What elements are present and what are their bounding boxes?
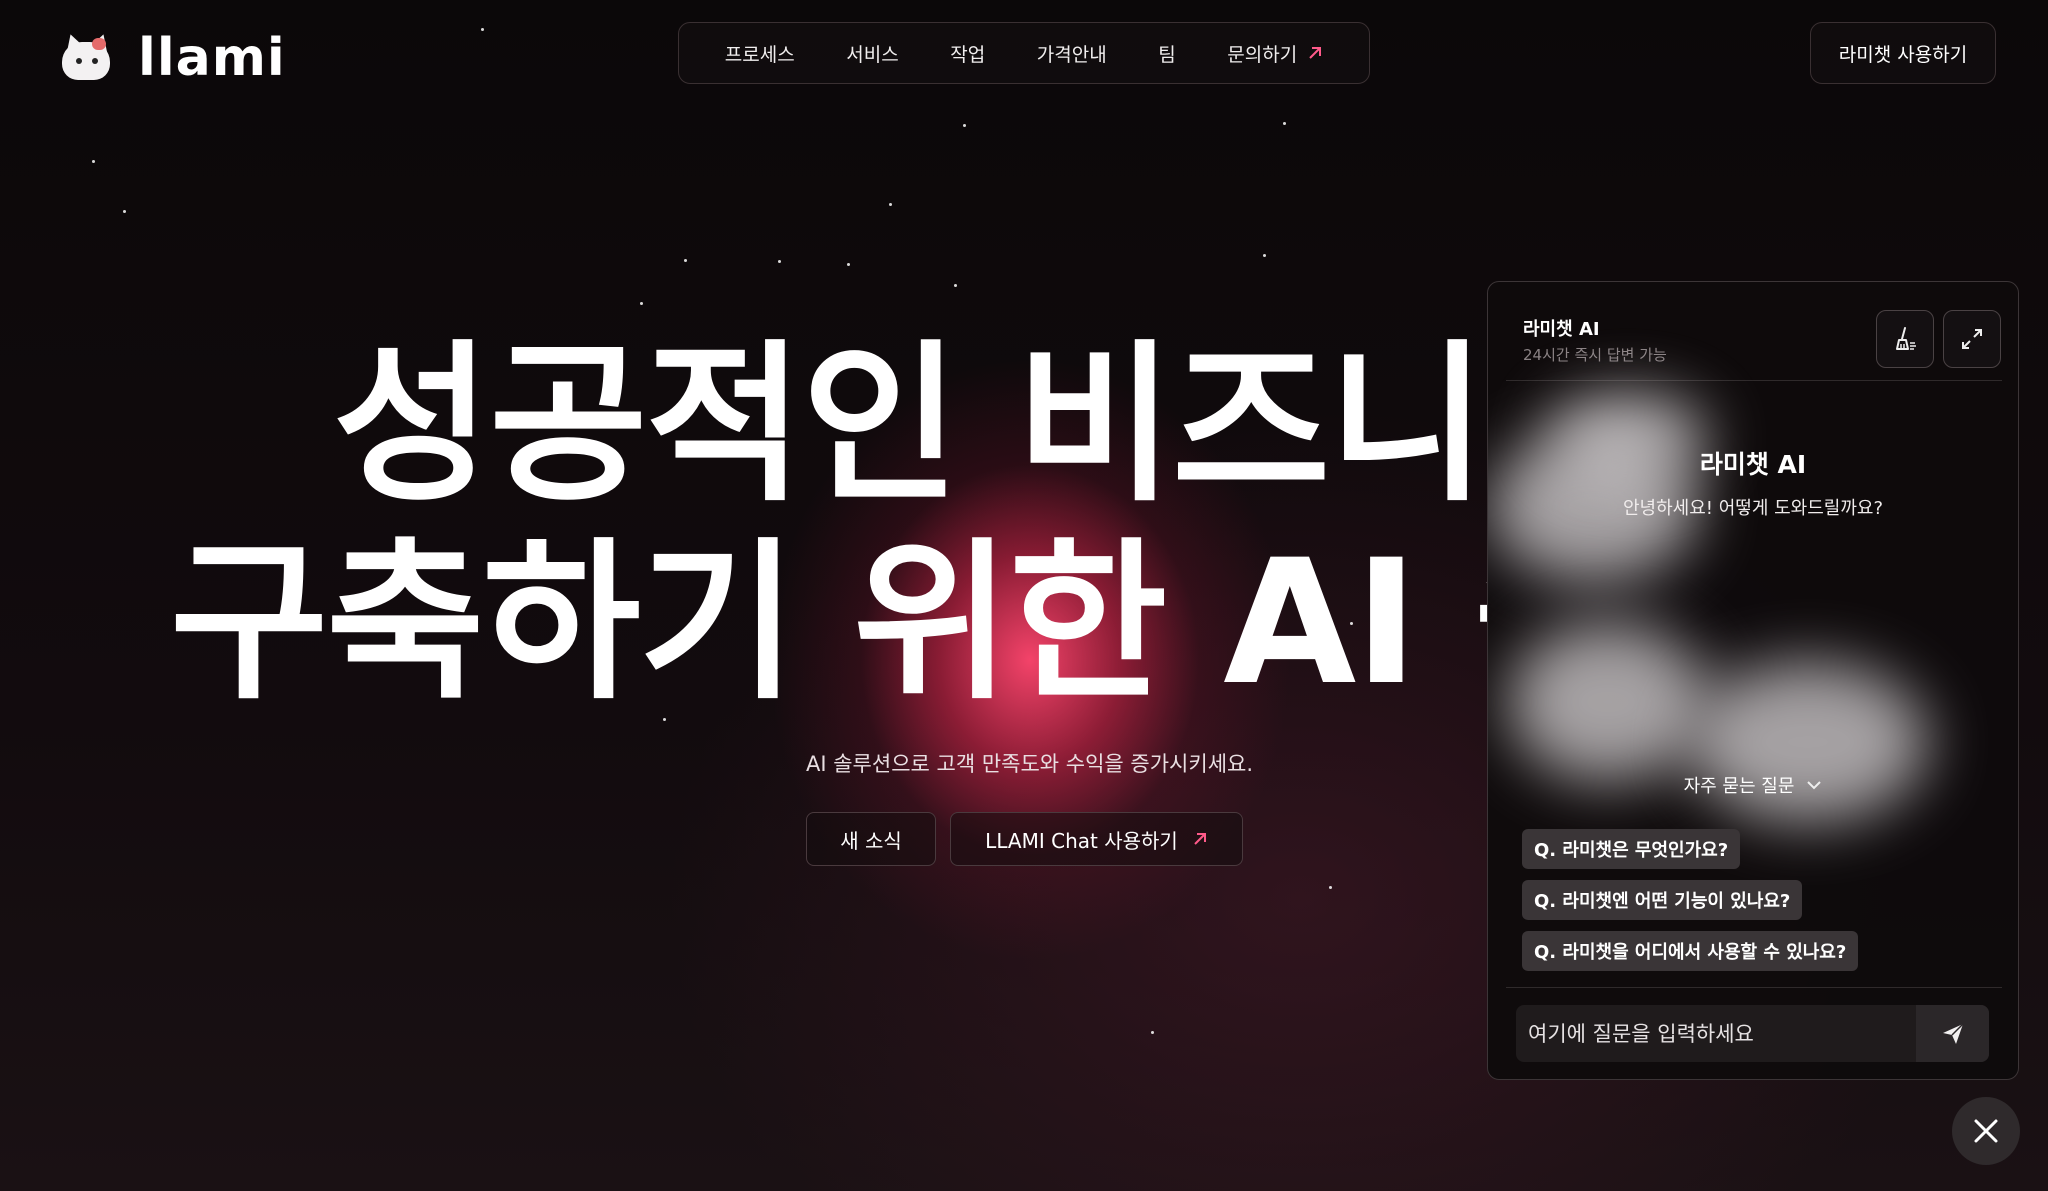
hero-line2-text: 구축하기 위한 AI 솔 (170, 528, 1488, 718)
star (778, 260, 781, 263)
star (889, 203, 892, 206)
nav-item-work[interactable]: 작업 (950, 40, 985, 67)
bot-name: 라미챗 AI (1699, 450, 1807, 479)
clear-chat-button[interactable] (1876, 310, 1934, 368)
chevron-down-icon (1807, 781, 1822, 790)
arrow-up-right-icon (1194, 833, 1206, 845)
chat-header-divider (1506, 380, 2002, 381)
use-llamichat-button[interactable]: 라미챗 사용하기 (1810, 22, 1996, 84)
nav-item-contact-label: 문의하기 (1227, 43, 1298, 66)
star (1151, 1031, 1154, 1034)
hero-subtitle-text: AI 솔루션으로 고객 만족도와 수익을 증가시키세요. (806, 752, 1254, 776)
llami-chat-button[interactable]: LLAMI Chat 사용하기 (950, 812, 1243, 866)
chat-input[interactable] (1516, 1005, 1916, 1062)
paper-plane-icon (1942, 1022, 1964, 1044)
star (1329, 886, 1332, 889)
faq-toggle[interactable]: 자주 묻는 질문 (1488, 772, 2018, 798)
llami-chat-button-label: LLAMI Chat 사용하기 (985, 828, 1178, 853)
star (847, 263, 850, 266)
brand-logo[interactable]: llami (58, 28, 286, 88)
faq-question-3[interactable]: Q. 라미챗을 어디에서 사용할 수 있나요? (1522, 931, 1859, 971)
star (123, 210, 126, 213)
nav-item-services[interactable]: 서비스 (846, 40, 898, 67)
broom-icon (1896, 327, 1916, 350)
star (684, 259, 687, 262)
star (1263, 254, 1266, 257)
nav-item-contact[interactable]: 문의하기 (1227, 40, 1323, 67)
chat-header: 라미챗 AI 24시간 즉시 답변 가능 (1488, 282, 2018, 380)
star (1283, 122, 1286, 125)
news-button[interactable]: 새 소식 (806, 812, 936, 866)
chat-title: 라미챗 AI (1523, 319, 1600, 340)
star (963, 124, 966, 127)
star (92, 160, 95, 163)
expand-chat-button[interactable] (1943, 310, 2001, 368)
cat-mascot-icon (58, 31, 116, 84)
nav-item-pricing[interactable]: 가격안내 (1037, 40, 1107, 67)
star (481, 28, 484, 31)
hero-heading-line2: 구축하기 위한 AI 솔 (0, 528, 1488, 718)
close-chat-button[interactable] (1952, 1097, 2020, 1165)
hero-line1-text: 성공적인 비즈니스 (333, 330, 1488, 520)
chat-widget: 라미챗 AI 24시간 즉시 답변 가능 라미챗 AI 안녕하세요! 어떻게 도… (1487, 281, 2019, 1080)
faq-question-2[interactable]: Q. 라미챗엔 어떤 기능이 있나요? (1522, 880, 1803, 920)
chat-input-area (1516, 1005, 1989, 1062)
faq-question-1[interactable]: Q. 라미챗은 무엇인가요? (1522, 829, 1741, 869)
main-nav: 프로세스 서비스 작업 가격안내 팀 문의하기 (678, 22, 1370, 84)
nav-item-process[interactable]: 프로세스 (725, 40, 795, 67)
news-button-label: 새 소식 (840, 828, 902, 853)
nav-item-team[interactable]: 팀 (1158, 40, 1175, 67)
bot-greeting: 안녕하세요! 어떻게 도와드릴까요? (1622, 498, 1884, 519)
faq-toggle-label: 자주 묻는 질문 (1683, 776, 1795, 797)
arrow-up-right-icon (1309, 47, 1322, 59)
chat-subtitle: 24시간 즉시 답변 가능 (1523, 346, 1667, 364)
close-icon (1974, 1119, 1998, 1143)
star (954, 284, 957, 287)
send-button[interactable] (1916, 1005, 1989, 1062)
brand-name: llami (138, 28, 286, 88)
expand-icon (1962, 329, 1982, 349)
hero-heading-line1: 성공적인 비즈니스 (0, 330, 1488, 520)
star (640, 302, 643, 305)
star (663, 718, 666, 721)
chat-input-divider (1506, 987, 2002, 988)
